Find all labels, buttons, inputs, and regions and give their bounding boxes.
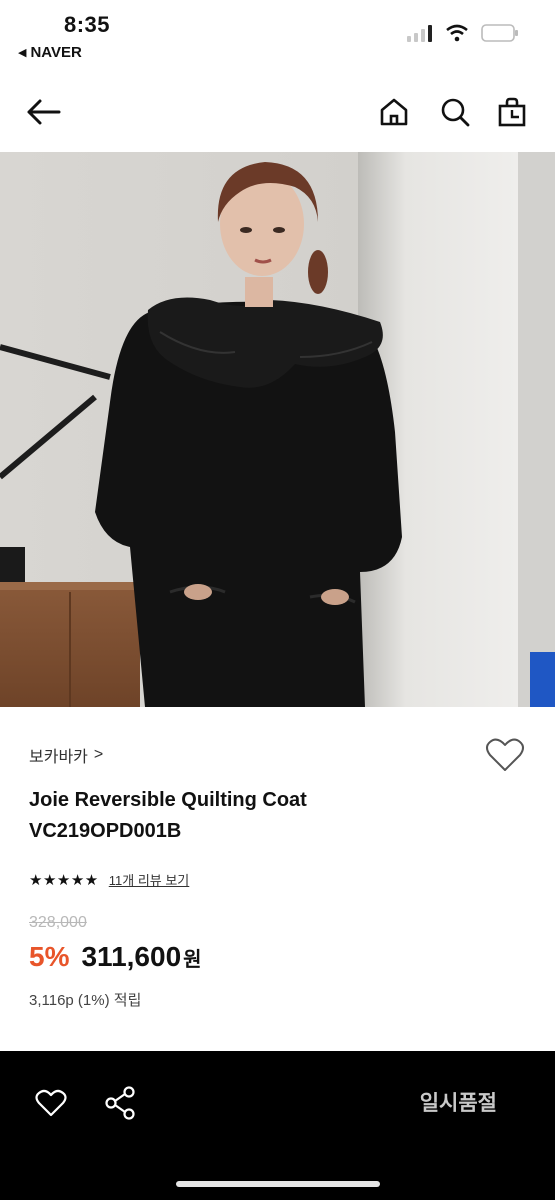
product-photo <box>0 152 555 707</box>
battery-icon <box>481 24 518 42</box>
bottom-wishlist-button[interactable] <box>31 1083 71 1123</box>
reward-points: 3,116p (1%) 적립 <box>29 992 142 1009</box>
wishlist-button[interactable] <box>485 737 525 773</box>
back-to-app-link[interactable]: ◀ NAVER <box>18 44 82 61</box>
product-image[interactable] <box>0 152 555 707</box>
discount-rate: 5% <box>29 941 70 972</box>
chevron-right-icon: > <box>93 746 104 763</box>
home-icon <box>380 98 408 126</box>
back-triangle-icon: ◀ <box>18 47 27 59</box>
product-name: Joie Reversible Quilting Coat <box>29 789 307 811</box>
share-icon <box>105 1086 135 1120</box>
back-app-label: NAVER <box>30 44 82 61</box>
price-row: 5% 311,600 원 <box>29 941 202 973</box>
share-button[interactable] <box>100 1083 140 1123</box>
product-code: VC219OPD001B <box>29 820 182 842</box>
status-icons <box>407 24 519 42</box>
heart-outline-icon <box>486 738 524 771</box>
product-title: Joie Reversible Quilting Coat VC219OPD00… <box>29 785 509 847</box>
shopping-bag-icon <box>498 97 526 127</box>
heart-outline-icon <box>35 1089 67 1117</box>
home-button[interactable] <box>372 90 416 134</box>
bottom-action-bar: 일시품절 <box>0 1051 555 1200</box>
search-icon <box>441 98 470 127</box>
star-rating: ★★★★★ <box>29 871 99 889</box>
home-indicator[interactable] <box>176 1181 380 1187</box>
top-nav <box>0 72 555 152</box>
back-button[interactable] <box>21 90 65 134</box>
wifi-icon <box>446 24 468 42</box>
brand-link[interactable]: 보카바카 > <box>29 743 103 767</box>
arrow-left-icon <box>27 99 61 125</box>
signal-icon <box>407 25 432 42</box>
status-time: 8:35 <box>64 12 111 37</box>
original-price: 328,000 <box>29 914 87 931</box>
sale-price: 311,600 <box>81 941 182 972</box>
product-info: 보카바카 > Joie Reversible Quilting Coat VC2… <box>0 707 555 1047</box>
rating-row: ★★★★★ 11개 리뷰 보기 <box>29 870 189 889</box>
brand-name: 보카바카 <box>29 749 88 766</box>
review-link[interactable]: 11개 리뷰 보기 <box>109 870 190 889</box>
currency-unit: 원 <box>183 949 202 971</box>
search-button[interactable] <box>433 90 477 134</box>
sold-out-label: 일시품절 <box>419 1092 497 1115</box>
cart-button[interactable] <box>490 90 534 134</box>
status-bar: 8:35 ◀ NAVER <box>0 0 555 72</box>
